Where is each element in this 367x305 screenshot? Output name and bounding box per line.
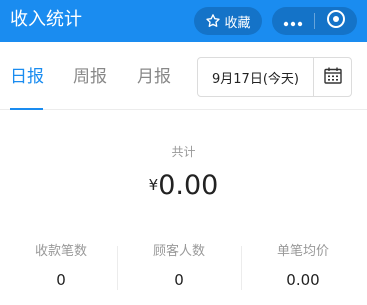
tab-daily[interactable]: 日报 — [10, 67, 44, 87]
total-amount-value: 0.00 — [158, 170, 219, 201]
stat-customer-count: 顾客人数 0 — [118, 240, 240, 290]
report-tabs: 日报 周报 月报 9月17日(今天) — [0, 42, 367, 110]
date-value[interactable]: 9月17日(今天) — [198, 58, 313, 96]
currency-symbol: ¥ — [148, 176, 159, 194]
active-tab-indicator — [10, 108, 43, 110]
capsule-menu — [272, 7, 357, 35]
favorite-button[interactable]: 收藏 — [194, 7, 262, 35]
date-picker[interactable]: 9月17日(今天) — [197, 57, 352, 97]
stats-row: 收款笔数 0 顾客人数 0 单笔均价 0.00 — [0, 240, 367, 305]
header-bar: 收入统计 收藏 — [0, 0, 367, 42]
calendar-button[interactable] — [314, 58, 351, 96]
close-button[interactable] — [315, 7, 357, 35]
more-button[interactable] — [272, 7, 314, 35]
stat-label: 顾客人数 — [152, 244, 205, 259]
stat-value: 0.00 — [286, 271, 320, 289]
stat-value: 0 — [174, 271, 184, 289]
stat-label: 收款笔数 — [34, 244, 87, 259]
stat-average-price: 单笔均价 0.00 — [242, 240, 364, 290]
star-outline-icon — [205, 13, 221, 29]
tab-weekly[interactable]: 周报 — [73, 67, 107, 87]
more-dots-icon — [283, 12, 303, 31]
tab-monthly[interactable]: 月报 — [137, 67, 171, 87]
calendar-icon — [323, 67, 342, 88]
mini-program-close-icon — [326, 9, 346, 33]
stat-payment-count: 收款笔数 0 — [0, 240, 122, 290]
page-title: 收入统计 — [10, 9, 82, 30]
stat-label: 单笔均价 — [276, 244, 329, 259]
total-amount: ¥0.00 — [0, 170, 367, 201]
favorite-label: 收藏 — [224, 15, 251, 31]
stat-value: 0 — [56, 271, 66, 289]
total-label: 共计 — [171, 145, 196, 159]
